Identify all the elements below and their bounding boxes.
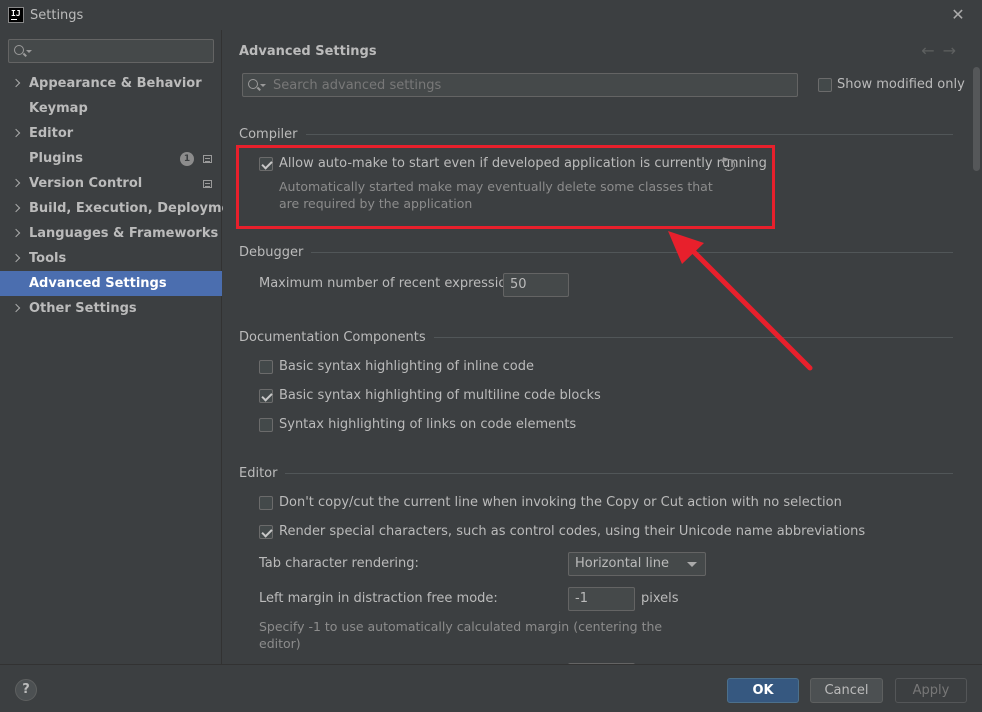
chevron-right-icon[interactable]: [11, 228, 21, 238]
code-links-checkbox[interactable]: [259, 418, 273, 432]
chevron-right-icon[interactable]: [11, 253, 21, 263]
compiler-section-header: Compiler: [239, 126, 953, 142]
annotation-highlight-box: [236, 145, 775, 229]
debugger-section-header: Debugger: [239, 244, 953, 260]
apply-button[interactable]: Apply: [895, 678, 967, 703]
description-line: Specify -1 to use automatically calculat…: [259, 619, 663, 634]
sidebar-item-label: Build, Execution, Deployment: [29, 201, 246, 216]
sidebar-item-keymap[interactable]: Keymap: [0, 96, 222, 121]
copy-cut-label: Don't copy/cut the current line when inv…: [279, 495, 842, 510]
left-margin-unit: pixels: [641, 591, 679, 606]
project-level-icon: [203, 180, 212, 188]
documentation-section-header: Documentation Components: [239, 329, 953, 345]
recent-expressions-label: Maximum number of recent expressions:: [259, 276, 526, 291]
advanced-search-input[interactable]: [273, 76, 793, 94]
logo-text: IJ: [11, 9, 21, 18]
sidebar-item-label: Appearance & Behavior: [29, 76, 202, 91]
section-divider: [305, 133, 953, 135]
inline-code-checkbox[interactable]: [259, 360, 273, 374]
tab-rendering-dropdown[interactable]: Horizontal line: [568, 552, 706, 576]
sidebar-item-label: Tools: [29, 251, 67, 266]
sidebar-item-version-control[interactable]: Version Control: [0, 171, 222, 196]
settings-sidebar: Appearance & Behavior Keymap Editor Plug…: [0, 30, 246, 664]
window-title: Settings: [30, 7, 84, 23]
show-modified-checkbox[interactable]: [818, 78, 832, 92]
multiline-code-checkbox[interactable]: [259, 389, 273, 403]
editor-section-header: Editor: [239, 465, 953, 481]
sidebar-item-label: Editor: [29, 126, 74, 141]
sidebar-item-label: Plugins: [29, 151, 83, 166]
sidebar-item-plugins[interactable]: Plugins 1: [0, 146, 222, 171]
dialog-footer: ? OK Cancel Apply: [0, 664, 982, 712]
search-history-caret-icon[interactable]: [260, 84, 266, 87]
section-divider: [433, 336, 953, 338]
sidebar-item-tools[interactable]: Tools: [0, 246, 222, 271]
code-links-label: Syntax highlighting of links on code ele…: [279, 417, 577, 432]
back-arrow-icon[interactable]: ←: [921, 41, 942, 60]
sidebar-item-label: Other Settings: [29, 301, 137, 316]
sidebar-item-advanced-settings[interactable]: Advanced Settings: [0, 271, 222, 296]
tab-rendering-label: Tab character rendering:: [259, 556, 419, 571]
cancel-button[interactable]: Cancel: [810, 678, 883, 703]
search-icon: [14, 45, 24, 55]
sidebar-item-other-settings[interactable]: Other Settings: [0, 296, 222, 321]
left-margin-label: Left margin in distraction free mode:: [259, 591, 498, 606]
project-level-icon: [203, 155, 212, 163]
chevron-right-icon[interactable]: [11, 178, 21, 188]
plugins-update-badge: 1: [180, 152, 194, 166]
chevron-right-icon[interactable]: [11, 128, 21, 138]
section-title: Documentation Components: [239, 329, 426, 345]
sidebar-item-build-execution-deployment[interactable]: Build, Execution, Deployment: [0, 196, 246, 221]
tab-rendering-value: Horizontal line: [575, 556, 669, 571]
vertical-scrollbar[interactable]: [973, 67, 980, 171]
sidebar-item-label: Version Control: [29, 176, 143, 191]
show-modified-label: Show modified only: [837, 77, 965, 92]
dropdown-arrow-icon: [687, 562, 697, 567]
advanced-search-field[interactable]: [242, 73, 798, 97]
title-bar: IJ Settings ✕: [0, 0, 982, 30]
ok-button[interactable]: OK: [727, 678, 799, 703]
sidebar-item-appearance-behavior[interactable]: Appearance & Behavior: [0, 71, 222, 96]
section-divider: [311, 251, 953, 253]
intellij-logo-icon: IJ: [8, 7, 24, 23]
history-navigation: ←→: [921, 41, 964, 60]
left-margin-field[interactable]: -1: [568, 587, 635, 611]
copy-cut-checkbox[interactable]: [259, 496, 273, 510]
chevron-right-icon[interactable]: [11, 203, 21, 213]
advanced-settings-panel: Advanced Settings ←→ Show modified only …: [223, 30, 982, 664]
close-icon[interactable]: ✕: [948, 5, 968, 25]
render-special-label: Render special characters, such as contr…: [279, 524, 866, 539]
description-line: editor): [259, 636, 301, 651]
section-title: Editor: [239, 465, 278, 481]
search-icon: [248, 79, 258, 89]
render-special-checkbox[interactable]: [259, 525, 273, 539]
settings-tree: Appearance & Behavior Keymap Editor Plug…: [0, 71, 246, 321]
left-margin-description: Specify -1 to use automatically calculat…: [259, 618, 662, 652]
help-button[interactable]: ?: [15, 679, 37, 701]
page-title: Advanced Settings: [239, 44, 377, 59]
sidebar-item-label: Keymap: [29, 101, 88, 116]
sidebar-search-input[interactable]: [8, 39, 214, 63]
sidebar-item-languages-frameworks[interactable]: Languages & Frameworks: [0, 221, 222, 246]
sidebar-item-label: Languages & Frameworks: [29, 226, 219, 241]
section-divider: [285, 472, 953, 474]
inline-code-label: Basic syntax highlighting of inline code: [279, 359, 534, 374]
chevron-right-icon[interactable]: [11, 78, 21, 88]
sidebar-item-label: Advanced Settings: [29, 276, 167, 291]
section-title: Compiler: [239, 126, 298, 142]
recent-expressions-field[interactable]: 50: [503, 273, 569, 297]
search-history-caret-icon[interactable]: [26, 50, 32, 53]
chevron-right-icon[interactable]: [11, 303, 21, 313]
forward-arrow-icon[interactable]: →: [943, 41, 964, 60]
sidebar-item-editor[interactable]: Editor: [0, 121, 222, 146]
section-title: Debugger: [239, 244, 304, 260]
multiline-code-label: Basic syntax highlighting of multiline c…: [279, 388, 601, 403]
